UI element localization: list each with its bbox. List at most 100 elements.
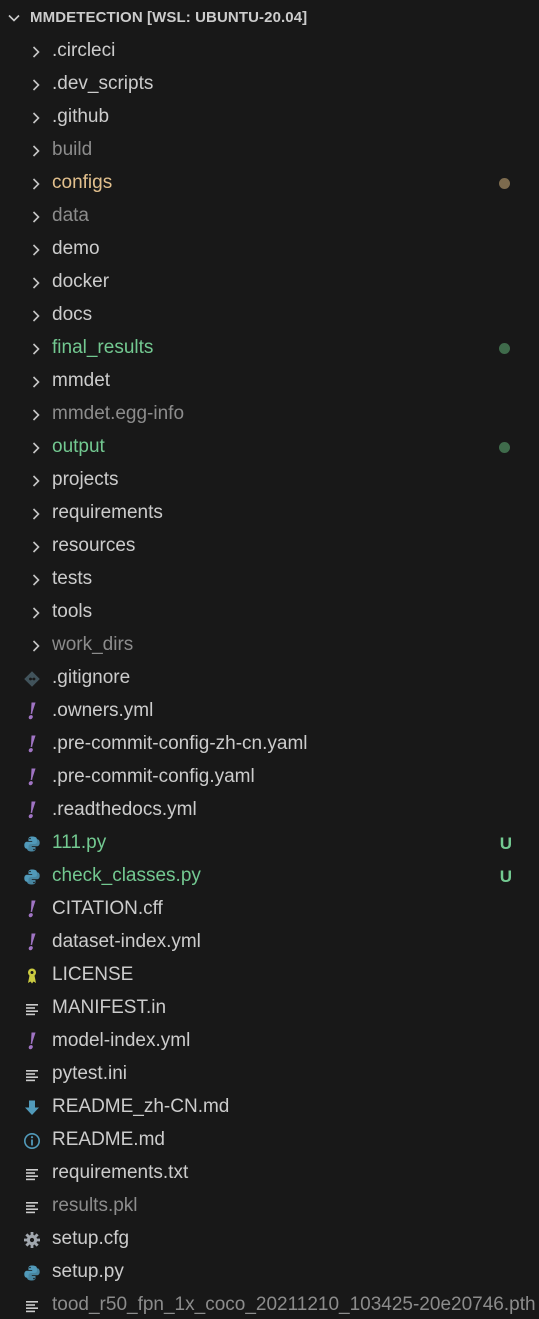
file-item[interactable]: ! .readthedocs.yml (0, 794, 539, 827)
folder-item[interactable]: mmdet (0, 365, 539, 398)
text-lines-icon (22, 999, 42, 1019)
python-icon (22, 834, 42, 854)
chevron-right-icon[interactable] (28, 539, 44, 555)
chevron-right-icon[interactable] (28, 605, 44, 621)
explorer-title: MMDETECTION [WSL: UBUNTU-20.04] (30, 9, 308, 26)
folder-item[interactable]: tools (0, 596, 539, 629)
chevron-right-icon[interactable] (28, 440, 44, 456)
folder-item[interactable]: demo (0, 233, 539, 266)
item-label: CITATION.cff (52, 898, 163, 919)
item-label: .readthedocs.yml (52, 799, 197, 820)
item-label: model-index.yml (52, 1030, 191, 1051)
folder-item[interactable]: .github (0, 101, 539, 134)
text-lines-icon (22, 1197, 42, 1217)
explorer-section-header[interactable]: MMDETECTION [WSL: UBUNTU-20.04] (0, 0, 539, 35)
item-label: README_zh-CN.md (52, 1096, 230, 1117)
file-tree: .circleci .dev_scripts .github build configs… (0, 35, 539, 1319)
chevron-right-icon[interactable] (28, 473, 44, 489)
yaml-icon: ! (27, 930, 37, 956)
file-item[interactable]: LICENSE (0, 959, 539, 992)
folder-item[interactable]: projects (0, 464, 539, 497)
file-item[interactable]: setup.py (0, 1256, 539, 1289)
chevron-right-icon[interactable] (28, 242, 44, 258)
item-label: setup.cfg (52, 1228, 130, 1249)
gear-icon (22, 1230, 42, 1250)
file-item[interactable]: ! model-index.yml (0, 1025, 539, 1058)
folder-item[interactable]: .circleci (0, 35, 539, 68)
item-label: .pre-commit-config-zh-cn.yaml (52, 733, 308, 754)
folder-item[interactable]: data (0, 200, 539, 233)
file-item[interactable]: requirements.txt (0, 1157, 539, 1190)
file-explorer: MMDETECTION [WSL: UBUNTU-20.04] .circlec… (0, 0, 539, 1319)
chevron-right-icon[interactable] (28, 638, 44, 654)
chevron-right-icon[interactable] (28, 308, 44, 324)
chevron-right-icon[interactable] (28, 143, 44, 159)
item-label: dataset-index.yml (52, 931, 201, 952)
folder-item[interactable]: configs (0, 167, 539, 200)
chevron-right-icon[interactable] (28, 275, 44, 291)
item-label: docker (52, 271, 110, 292)
text-lines-icon (22, 1065, 42, 1085)
folder-item[interactable]: docker (0, 266, 539, 299)
yaml-icon: ! (27, 765, 37, 791)
file-item[interactable]: README_zh-CN.md (0, 1091, 539, 1124)
git-status-badge: U (499, 867, 512, 886)
file-item[interactable]: ! CITATION.cff (0, 893, 539, 926)
folder-item[interactable]: docs (0, 299, 539, 332)
file-item[interactable]: check_classes.py U (0, 860, 539, 893)
file-item[interactable]: ! .owners.yml (0, 695, 539, 728)
item-label: .circleci (52, 40, 116, 61)
chevron-down-icon (8, 14, 20, 22)
download-arrow-icon (22, 1098, 42, 1118)
chevron-right-icon[interactable] (28, 572, 44, 588)
chevron-right-icon[interactable] (28, 407, 44, 423)
folder-item[interactable]: final_results (0, 332, 539, 365)
item-label: 111.py (52, 832, 107, 853)
item-label: mmdet.egg-info (52, 403, 185, 424)
item-label: .github (52, 106, 110, 127)
file-item[interactable]: setup.cfg (0, 1223, 539, 1256)
yaml-icon: ! (27, 897, 37, 923)
license-icon (22, 966, 42, 986)
folder-item[interactable]: build (0, 134, 539, 167)
file-item[interactable]: 111.py U (0, 827, 539, 860)
item-label: README.md (52, 1129, 165, 1150)
file-item[interactable]: ! .pre-commit-config-zh-cn.yaml (0, 728, 539, 761)
folder-item[interactable]: requirements (0, 497, 539, 530)
file-item[interactable]: .gitignore (0, 662, 539, 695)
file-item[interactable]: results.pkl (0, 1190, 539, 1223)
file-item[interactable]: pytest.ini (0, 1058, 539, 1091)
file-item[interactable]: tood_r50_fpn_1x_coco_20211210_103425-20e… (0, 1289, 539, 1319)
chevron-right-icon[interactable] (28, 176, 44, 192)
folder-item[interactable]: work_dirs (0, 629, 539, 662)
chevron-right-icon[interactable] (28, 209, 44, 225)
item-label: .pre-commit-config.yaml (52, 766, 255, 787)
chevron-right-icon[interactable] (28, 341, 44, 357)
file-item[interactable]: ! dataset-index.yml (0, 926, 539, 959)
folder-item[interactable]: output (0, 431, 539, 464)
git-status-dot (499, 178, 510, 189)
yaml-icon: ! (27, 1029, 37, 1055)
item-label: docs (52, 304, 93, 325)
file-item[interactable]: README.md (0, 1124, 539, 1157)
chevron-right-icon[interactable] (28, 374, 44, 390)
chevron-right-icon[interactable] (28, 44, 44, 60)
chevron-right-icon[interactable] (28, 506, 44, 522)
folder-item[interactable]: resources (0, 530, 539, 563)
file-item[interactable]: MANIFEST.in (0, 992, 539, 1025)
item-label: .dev_scripts (52, 73, 154, 94)
git-status-badge: U (499, 834, 512, 853)
yaml-icon: ! (27, 699, 37, 725)
folder-item[interactable]: mmdet.egg-info (0, 398, 539, 431)
chevron-right-icon[interactable] (28, 110, 44, 126)
folder-item[interactable]: .dev_scripts (0, 68, 539, 101)
item-label: demo (52, 238, 100, 259)
text-lines-icon (22, 1164, 42, 1184)
item-label: tood_r50_fpn_1x_coco_20211210_103425-20e… (52, 1294, 536, 1315)
python-icon (22, 1263, 42, 1283)
file-item[interactable]: ! .pre-commit-config.yaml (0, 761, 539, 794)
item-label: MANIFEST.in (52, 997, 167, 1018)
folder-item[interactable]: tests (0, 563, 539, 596)
chevron-right-icon[interactable] (28, 77, 44, 93)
info-icon (22, 1131, 42, 1151)
